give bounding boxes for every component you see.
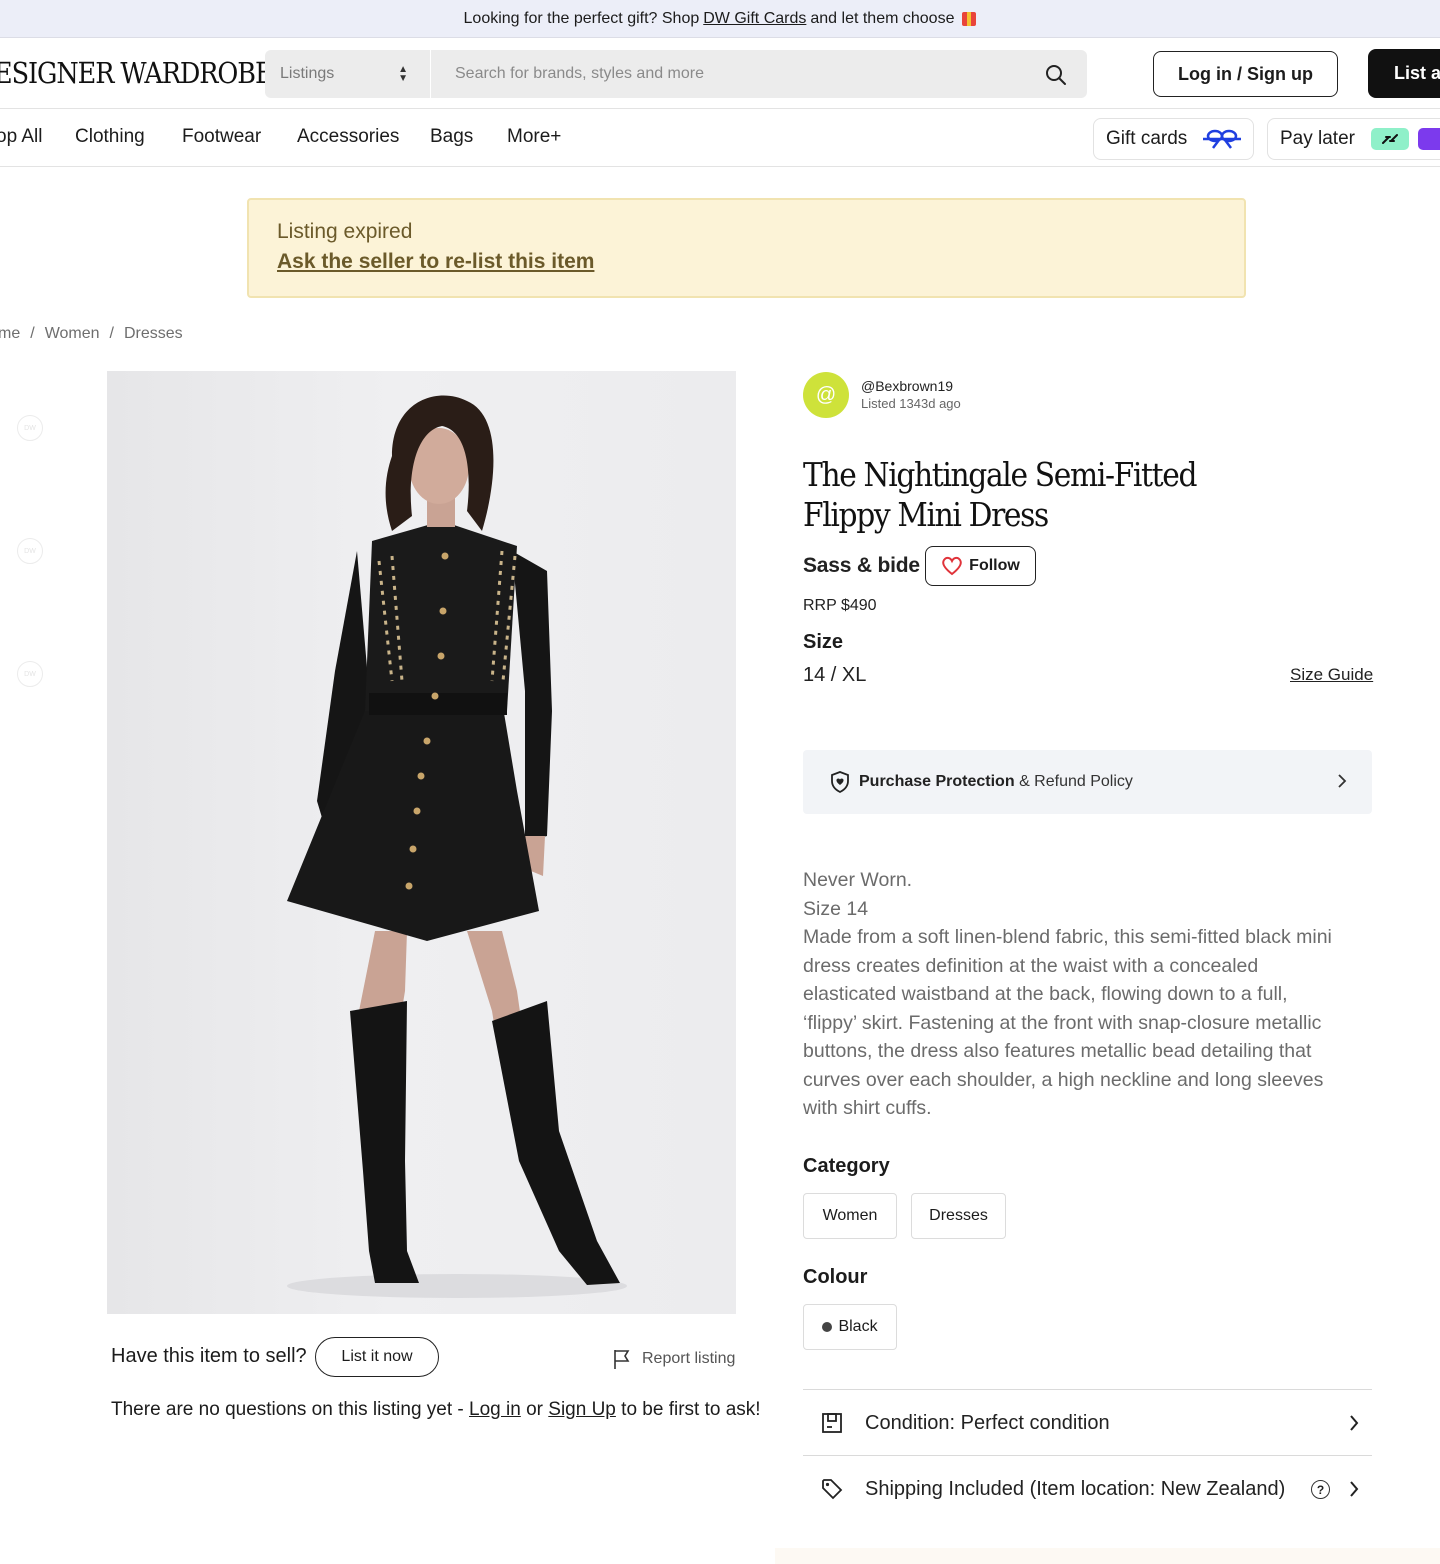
promo-text-end: and let them choose xyxy=(810,9,955,27)
login-signup-button[interactable]: Log in / Sign up xyxy=(1153,51,1338,97)
nav-shop-all[interactable]: op All xyxy=(0,126,42,148)
product-image[interactable] xyxy=(107,371,736,1314)
search-input[interactable] xyxy=(441,50,1021,98)
promo-text: Looking for the perfect gift? Shop xyxy=(463,9,700,27)
link-icon xyxy=(1370,128,1409,150)
product-title: The Nightingale Semi-Fitted Flippy Mini … xyxy=(803,455,1197,534)
breadcrumb-women[interactable]: Women xyxy=(45,325,100,342)
listing-expired-banner: Listing expired Ask the seller to re-lis… xyxy=(247,198,1246,298)
shipping-label: Shipping Included xyxy=(865,1477,1025,1500)
price-tag-icon xyxy=(822,1479,843,1500)
questions-text: There are no questions on this listing y… xyxy=(111,1399,761,1421)
tag-box-icon xyxy=(822,1413,842,1433)
purchase-protection-row[interactable]: Purchase Protection & Refund Policy xyxy=(803,750,1372,814)
divider xyxy=(0,166,1440,167)
questions-before: There are no questions on this listing y… xyxy=(111,1399,464,1420)
thumbnail[interactable]: DW xyxy=(17,661,43,687)
list-it-now-button[interactable]: List it now xyxy=(315,1337,439,1377)
description-line: Never Worn. xyxy=(803,869,913,891)
product-description: Never Worn. Size 14 Made from a soft lin… xyxy=(803,866,1343,1123)
gift-cards-label: Gift cards xyxy=(1106,128,1188,149)
dress-model-illustration xyxy=(287,395,627,1298)
nav-more[interactable]: More+ xyxy=(507,126,561,148)
questions-after: to be first to ask! xyxy=(621,1399,761,1420)
nav-accessories[interactable]: Accessories xyxy=(297,126,399,148)
colour-heading: Colour xyxy=(803,1266,868,1288)
follow-button[interactable]: Follow xyxy=(925,546,1036,586)
condition-value: Perfect condition xyxy=(960,1411,1110,1434)
gift-icon xyxy=(962,11,977,26)
listed-ago: Listed 1343d ago xyxy=(861,396,961,411)
heart-icon xyxy=(942,556,963,576)
description-paragraph: Made from a soft linen-blend fabric, thi… xyxy=(803,926,1332,1119)
size-value: 14 / XL xyxy=(803,664,867,686)
report-label: Report listing xyxy=(642,1350,736,1367)
search-type-select[interactable]: Listings ▲ ▼ xyxy=(265,50,431,98)
chevron-right-icon xyxy=(1338,774,1347,788)
breadcrumb-home[interactable]: me xyxy=(0,325,20,342)
condition-row[interactable]: Condition: Perfect condition xyxy=(803,1390,1372,1456)
ask-relist-link[interactable]: Ask the seller to re-list this item xyxy=(277,250,1216,274)
search-icon[interactable] xyxy=(1045,64,1067,86)
divider xyxy=(0,108,1440,109)
pay-later-label: Pay later xyxy=(1280,128,1355,149)
protection-title: Purchase Protection xyxy=(859,773,1015,790)
protection-rest: & Refund Policy xyxy=(1019,773,1133,790)
updown-icon: ▲ ▼ xyxy=(398,64,408,84)
search-type-label: Listings xyxy=(280,65,335,82)
gift-cards-link[interactable]: DW Gift Cards xyxy=(703,10,806,28)
chevron-right-icon xyxy=(1350,1481,1359,1497)
signup-link[interactable]: Sign Up xyxy=(548,1399,616,1420)
flag-icon xyxy=(614,1350,630,1369)
size-guide-link[interactable]: Size Guide xyxy=(1290,665,1373,685)
colour-chip-black[interactable]: Black xyxy=(803,1304,897,1350)
thumbnail[interactable]: DW xyxy=(17,415,43,441)
banner-title: Listing expired xyxy=(277,220,413,243)
avatar[interactable]: @ xyxy=(803,372,849,418)
ribbon-icon xyxy=(1203,129,1242,149)
shipping-location: (Item location: New Zealand) xyxy=(1029,1477,1286,1500)
nav-bags[interactable]: Bags xyxy=(430,126,473,148)
login-link[interactable]: Log in xyxy=(469,1399,521,1420)
seller-handle[interactable]: @Bexbrown19 xyxy=(861,378,953,394)
rrp-price: RRP $490 xyxy=(803,597,877,614)
chevron-right-icon xyxy=(1350,1415,1359,1431)
breadcrumb: me / Women / Dresses xyxy=(0,325,183,342)
category-chip-dresses[interactable]: Dresses xyxy=(911,1193,1006,1239)
nav-footwear[interactable]: Footwear xyxy=(182,126,261,148)
promo-bar: Looking for the perfect gift? Shop DW Gi… xyxy=(0,0,1440,38)
breadcrumb-dresses[interactable]: Dresses xyxy=(124,325,183,342)
follow-label: Follow xyxy=(969,557,1020,574)
colour-swatch xyxy=(822,1322,833,1332)
help-icon[interactable]: ? xyxy=(1311,1480,1330,1499)
description-line: Size 14 xyxy=(803,897,869,920)
category-chip-women[interactable]: Women xyxy=(803,1193,897,1239)
pay-later-icons xyxy=(1370,128,1440,150)
list-item-button[interactable]: List a xyxy=(1368,49,1440,98)
size-heading: Size xyxy=(803,631,844,653)
wallet-icon xyxy=(1417,128,1440,150)
gift-cards-pill[interactable]: Gift cards xyxy=(1093,118,1254,160)
bottom-panel xyxy=(775,1548,1440,1564)
shield-icon xyxy=(831,771,849,794)
condition-label: Condition: xyxy=(865,1411,956,1434)
pay-later-pill[interactable]: Pay later xyxy=(1267,118,1440,160)
sell-prompt: Have this item to sell? xyxy=(111,1345,307,1367)
search-bar: Listings ▲ ▼ xyxy=(265,50,1087,98)
site-logo[interactable]: ESIGNER WARDROBE xyxy=(0,56,274,90)
report-listing-link[interactable]: Report listing xyxy=(612,1348,735,1370)
brand-name[interactable]: Sass & bide xyxy=(803,554,920,578)
shipping-row[interactable]: Shipping Included (Item location: New Ze… xyxy=(803,1456,1372,1522)
category-heading: Category xyxy=(803,1155,890,1177)
questions-or: or xyxy=(526,1399,543,1420)
nav-clothing[interactable]: Clothing xyxy=(75,126,145,148)
colour-label: Black xyxy=(838,1318,878,1335)
thumbnail[interactable]: DW xyxy=(17,538,43,564)
